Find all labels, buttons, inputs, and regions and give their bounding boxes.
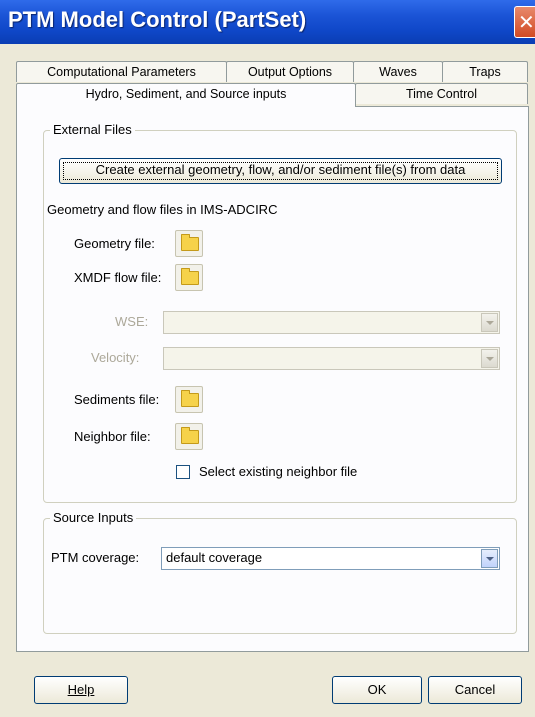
wse-label: WSE:: [115, 314, 149, 329]
velocity-select[interactable]: [163, 347, 500, 370]
chevron-down-icon[interactable]: [481, 549, 498, 568]
folder-icon: [181, 268, 199, 285]
ok-button[interactable]: OK: [332, 676, 422, 704]
create-external-files-button[interactable]: Create external geometry, flow, and/or s…: [59, 158, 502, 184]
sediments-file-browse-button[interactable]: [175, 386, 203, 413]
source-inputs-legend: Source Inputs: [50, 510, 137, 525]
dialog-window: PTM Model Control (PartSet) ✕ Computatio…: [0, 0, 535, 717]
chevron-down-icon[interactable]: [481, 313, 498, 332]
ptm-coverage-label: PTM coverage:: [51, 550, 140, 565]
velocity-label: Velocity:: [91, 350, 140, 365]
folder-icon: [181, 234, 199, 251]
title-bar[interactable]: PTM Model Control (PartSet) ✕: [0, 0, 535, 44]
tab-output-options[interactable]: Output Options: [226, 61, 354, 82]
external-files-legend: External Files: [50, 122, 135, 137]
geometry-flow-section-label: Geometry and flow files in IMS-ADCIRC: [47, 202, 278, 217]
ok-button-label: OK: [367, 682, 387, 697]
geometry-file-browse-button[interactable]: [175, 230, 203, 257]
neighbor-file-browse-button[interactable]: [175, 423, 203, 450]
xmdf-flow-file-browse-button[interactable]: [175, 264, 203, 291]
folder-icon: [181, 390, 199, 407]
chevron-down-icon[interactable]: [481, 349, 498, 368]
source-inputs-group: Source Inputs PTM coverage: default cove…: [43, 510, 517, 634]
xmdf-flow-file-label: XMDF flow file:: [74, 270, 162, 285]
tab-panel: External Files Create external geometry,…: [16, 106, 529, 652]
tab-time-control[interactable]: Time Control: [355, 83, 528, 104]
focus-rectangle: [63, 162, 498, 180]
tab-hydro-sediment-source[interactable]: Hydro, Sediment, and Source inputs: [16, 83, 356, 107]
neighbor-file-label: Neighbor file:: [74, 429, 151, 444]
close-icon: ✕: [518, 12, 535, 34]
tab-waves[interactable]: Waves: [353, 61, 443, 82]
close-button[interactable]: ✕: [514, 6, 535, 38]
select-existing-neighbor-checkbox[interactable]: [176, 465, 190, 479]
cancel-button[interactable]: Cancel: [428, 676, 522, 704]
select-existing-neighbor-label[interactable]: Select existing neighbor file: [199, 464, 357, 479]
geometry-file-label: Geometry file:: [74, 236, 155, 251]
folder-icon: [181, 427, 199, 444]
tab-traps[interactable]: Traps: [442, 61, 528, 82]
window-title: PTM Model Control (PartSet): [8, 7, 307, 32]
wse-select[interactable]: [163, 311, 500, 334]
help-button-label: Help: [67, 682, 95, 697]
ptm-coverage-value: default coverage: [166, 550, 263, 565]
help-button[interactable]: Help: [34, 676, 128, 704]
ptm-coverage-select[interactable]: default coverage: [161, 547, 500, 570]
external-files-group: External Files Create external geometry,…: [43, 122, 517, 503]
sediments-file-label: Sediments file:: [74, 392, 160, 407]
cancel-button-label: Cancel: [454, 682, 496, 697]
tab-computational-parameters[interactable]: Computational Parameters: [16, 61, 227, 82]
